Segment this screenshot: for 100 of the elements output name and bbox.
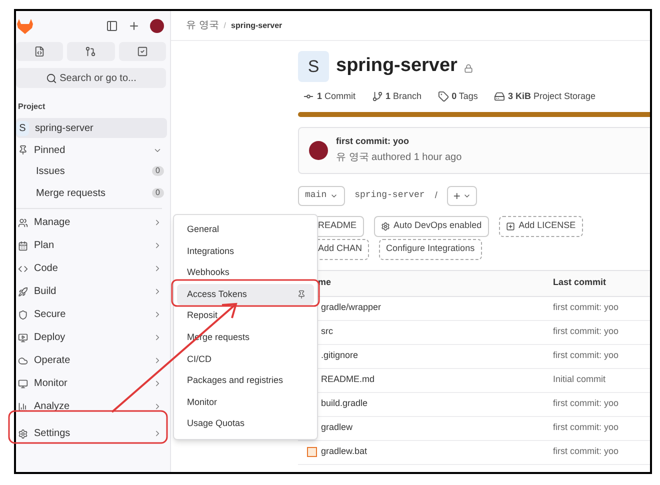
- pin-icon[interactable]: [297, 290, 306, 300]
- lock-icon: [464, 64, 474, 72]
- menu-item[interactable]: CI/CD: [177, 348, 314, 370]
- file-link[interactable]: gradlew.bat: [321, 445, 368, 459]
- commit-link[interactable]: first commit: yoo: [553, 349, 619, 363]
- pin-icon: [18, 145, 28, 155]
- menu-item[interactable]: Reposit: [177, 305, 314, 327]
- count-badge: 0: [152, 188, 164, 198]
- breadcrumb-link[interactable]: spring-server: [231, 20, 282, 32]
- search-field[interactable]: Search or go to...: [16, 68, 166, 88]
- stat-link[interactable]: 1 Branch: [372, 90, 422, 104]
- commit-link[interactable]: first commit: yoo: [553, 421, 619, 435]
- search-icon: [46, 72, 57, 84]
- chevron-right-icon: [153, 310, 162, 319]
- shield-icon: [18, 310, 28, 320]
- fox-logo: [17, 18, 33, 34]
- plus-icon: [506, 222, 515, 230]
- commit-link[interactable]: first commit: yoo: [553, 397, 619, 411]
- chevron-right-icon: [153, 287, 162, 296]
- issues-shortcut-button[interactable]: [16, 42, 64, 61]
- project-avatar: S: [298, 51, 329, 82]
- plus-icon[interactable]: [128, 20, 140, 32]
- section-title: Project: [18, 101, 46, 113]
- commit-link[interactable]: first commit: yoo: [553, 325, 619, 339]
- bar-chart-icon: [18, 402, 28, 412]
- users-icon: [18, 218, 28, 228]
- project-title: spring-server: [336, 54, 458, 78]
- file-link[interactable]: .gitignore: [321, 349, 358, 363]
- path-separator: /: [434, 188, 438, 202]
- action-button[interactable]: Add LICENSE: [498, 216, 583, 236]
- nav-item[interactable]: Operate: [16, 349, 170, 372]
- nav-item[interactable]: Monitor: [16, 372, 170, 395]
- rocket-icon: [18, 286, 28, 296]
- chevron-right-icon: [153, 218, 162, 227]
- merge-requests-shortcut-button[interactable]: [67, 42, 115, 61]
- branch-dropdown[interactable]: main: [298, 186, 345, 206]
- file-link[interactable]: README.md: [321, 373, 375, 387]
- commit-link[interactable]: Initial commit: [553, 373, 606, 387]
- pinned-header[interactable]: Pinned: [16, 140, 170, 160]
- action-button[interactable]: Configure Integrations: [379, 238, 482, 260]
- chevron-right-icon: [153, 264, 162, 273]
- breadcrumb-separator: /: [224, 20, 226, 32]
- menu-item[interactable]: Webhooks: [177, 262, 314, 284]
- commit-link[interactable]: first commit: yoo: [553, 445, 619, 459]
- menu-item[interactable]: Packages and registries: [177, 370, 314, 392]
- document-icon: [34, 46, 46, 57]
- file-link[interactable]: build.gradle: [321, 397, 368, 411]
- commit-message[interactable]: first commit: yoo: [336, 134, 462, 148]
- nav-item[interactable]: Secure: [16, 303, 170, 326]
- gear-icon: [18, 428, 28, 438]
- column-header: Last commit: [553, 276, 606, 290]
- merge-request-icon: [85, 46, 96, 57]
- pinned-item[interactable]: Merge requests: [36, 186, 152, 200]
- chevron-right-icon: [153, 429, 162, 438]
- stat-link[interactable]: 3 KiB Project Storage: [494, 90, 596, 104]
- path-link[interactable]: spring-server: [354, 188, 425, 202]
- chevron-right-icon: [153, 333, 162, 342]
- nav-item[interactable]: Analyze: [16, 395, 170, 418]
- checkbox-icon: [136, 46, 148, 57]
- nav-item[interactable]: Code: [16, 257, 170, 280]
- project-initial: S: [16, 120, 29, 136]
- calendar-icon: [18, 240, 28, 250]
- menu-item[interactable]: Access Tokens: [177, 284, 314, 306]
- commit-link[interactable]: first commit: yoo: [553, 301, 619, 315]
- action-button[interactable]: Auto DevOps enabled: [374, 216, 489, 236]
- sidebar-toggle-icon[interactable]: [106, 20, 118, 32]
- monitor-icon: [18, 378, 28, 388]
- add-dropdown[interactable]: +: [447, 186, 478, 206]
- chevron-right-icon: [153, 356, 162, 365]
- stat-link[interactable]: 0 Tags: [438, 90, 478, 104]
- pinned-item[interactable]: Issues: [36, 164, 152, 178]
- chevron-right-icon: [153, 241, 162, 250]
- breadcrumb-link[interactable]: 유 영국: [186, 18, 219, 33]
- chevron-right-icon: [153, 402, 162, 411]
- play-screen-icon: [18, 332, 28, 342]
- code-icon: [18, 264, 28, 274]
- file-link[interactable]: gradle/wrapper: [321, 301, 382, 315]
- nav-item[interactable]: Build: [16, 280, 170, 303]
- storage-icon: [494, 91, 505, 102]
- commit-byline: 유 영국 authored 1 hour ago: [336, 151, 462, 166]
- menu-item[interactable]: Usage Quotas: [177, 413, 314, 435]
- file-link[interactable]: gradlew: [321, 421, 353, 435]
- file-link[interactable]: src: [321, 325, 333, 339]
- stat-link[interactable]: 1 Commit: [303, 90, 356, 104]
- avatar: [150, 19, 164, 33]
- count-badge: 0: [152, 166, 164, 176]
- nav-item[interactable]: Deploy: [16, 326, 170, 349]
- nav-item[interactable]: Settings: [16, 422, 170, 445]
- cloud-icon: [18, 356, 28, 366]
- project-item[interactable]: S spring-server: [16, 118, 167, 138]
- branch-icon: [372, 91, 383, 102]
- nav-item[interactable]: Plan: [16, 234, 170, 257]
- nav-item[interactable]: Manage: [16, 211, 170, 234]
- project-name: spring-server: [35, 122, 94, 136]
- menu-item[interactable]: Monitor: [177, 392, 314, 414]
- gear-icon: [380, 222, 390, 230]
- file-icon: [307, 447, 317, 457]
- avatar: [309, 140, 328, 160]
- chevron-right-icon: [153, 379, 162, 388]
- todo-shortcut-button[interactable]: [118, 42, 166, 61]
